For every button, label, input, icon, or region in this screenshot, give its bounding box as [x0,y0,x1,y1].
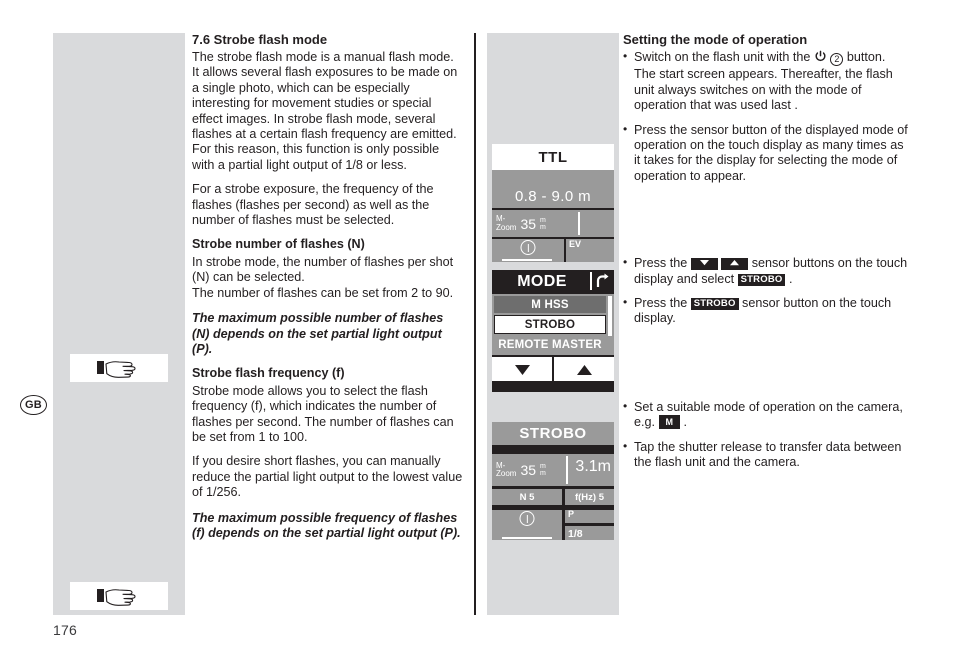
mode-header-separator [590,272,592,290]
mode-option-list: M HSS STROBO REMOTE MASTER [492,294,614,355]
paragraph-1: The strobe flash mode is a manual flash … [192,50,458,172]
lcd-display-mode-menu: MODE M HSS STROBO REMOTE MASTER [492,270,614,392]
strobo-power-label: P [568,509,575,519]
lcd-display-strobo: STROBO M- Zoom 35 m m 3.1m N 5 f(Hz) 5 P… [492,422,614,540]
info-icon [519,511,535,526]
left-gray-panel [53,33,185,615]
strobo-frequency-button[interactable]: f(Hz) 5 [565,489,614,505]
strobo-distance: 3.1m [575,458,611,475]
ttl-zoom-value: 35 [520,215,537,232]
arrow-up-icon [721,258,749,271]
ttl-mode-title[interactable]: TTL [492,144,614,170]
column-divider [474,33,476,615]
subheading-strobe-frequency: Strobe flash frequency (f) [192,366,345,381]
triangle-up-icon [576,364,592,375]
bullet-2-text: Press the sensor button of the displayed… [634,122,908,183]
scroll-down-button[interactable] [492,357,552,381]
right-text-column: Setting the mode of operation Switch on … [623,32,913,480]
bullet-1-subtext: The start screen appears. Thereafter, th… [634,67,893,113]
mode-option-strobo[interactable]: STROBO [494,315,606,334]
strobo-flash-count-button[interactable]: N 5 [492,489,562,505]
ttl-info-button[interactable] [492,239,564,262]
mode-option-remote-master[interactable]: REMOTE MASTER [494,336,606,353]
ttl-zoom-unit: m m [540,216,546,231]
strobo-parameter-row: N 5 f(Hz) 5 [492,489,614,505]
left-edge-notch [0,295,53,585]
mode-scrollbar[interactable] [608,296,612,336]
strobo-bottom-row: P 1/8 [492,509,614,540]
strobo-zoom-value: 35 [520,462,537,478]
mode-nav-row [492,357,614,381]
ttl-zoom-separator [578,212,580,235]
power-icon [814,50,827,67]
paragraph-4: The number of flashes can be set from 2 … [192,285,454,300]
ttl-zoom-label: M- Zoom [496,214,517,232]
list-item-shutter-release: Tap the shutter release to transfer data… [623,439,913,471]
list-item-select-strobo: Press the sensor buttons on the touch di… [623,255,913,287]
note-2: The maximum possible frequency of flashe… [192,510,461,540]
strobo-power-divider [565,523,614,526]
list-item-press-mode-sensor: Press the sensor button of the displayed… [623,122,913,185]
manual-mode-chip: M [658,415,681,430]
ttl-ev-button[interactable]: EV [566,239,614,262]
list-item-camera-mode: Set a suitable mode of operation on the … [623,399,913,431]
pointing-hand-icon [97,589,136,606]
strobo-info-button[interactable] [492,510,562,540]
bullet-6-text: Tap the shutter release to transfer data… [634,439,902,470]
strobo-zoom-label: M- Zoom [496,460,517,478]
note-hand-icon-1 [70,354,168,382]
instruction-list: Switch on the flash unit with the 2 butt… [623,49,913,471]
language-badge: GB [20,395,47,415]
strobo-chip: STROBO [690,298,739,311]
note-1: The maximum possible number of flashes (… [192,311,444,356]
strobo-power-button[interactable]: P 1/8 [565,509,614,540]
bullet-3-text-before: Press the [634,256,688,271]
bullet-5-text-after: . [683,415,688,430]
page-number: 176 [53,622,77,638]
paragraph-6: If you desire short flashes, you can man… [192,454,463,500]
paragraph-5: Strobe mode allows you to select the fla… [192,383,454,444]
section-heading: 7.6 Strobe flash mode [192,32,328,47]
strobo-zoom-unit: m m [540,463,546,477]
left-text-column: 7.6 Strobe flash mode The strobe flash m… [192,32,464,550]
ttl-zoom-row[interactable]: M- Zoom 35 m m [492,210,614,237]
strobo-underline-bar [502,537,552,539]
strobo-zoom-distance-row[interactable]: M- Zoom 35 m m 3.1m [492,454,614,486]
pointing-hand-icon [97,361,136,378]
paragraph-3: In strobe mode, the number of flashes pe… [192,254,454,285]
reference-number-2: 2 [830,53,844,66]
paragraph-2: For a strobe exposure, the frequency of … [192,182,434,228]
mode-header: MODE [492,270,614,294]
strobo-row1-separator [566,456,568,484]
ttl-bottom-row: EV [492,239,614,262]
scroll-up-button[interactable] [554,357,614,381]
note-hand-icon-2 [70,582,168,610]
right-heading: Setting the mode of operation [623,32,808,47]
strobo-chip: STROBO [737,273,786,286]
list-item-switch-on: Switch on the flash unit with the 2 butt… [623,49,913,114]
mode-option-m-hss[interactable]: M HSS [494,296,606,313]
bullet-4-text-before: Press the [634,296,688,311]
strobo-mode-title[interactable]: STROBO [492,422,614,445]
ttl-ev-label: EV [569,239,582,249]
list-item-press-strobo: Press the STROBO sensor button on the to… [623,295,913,327]
manual-page: GB 176 7.6 Strobe flash mode The strobe … [0,0,954,660]
subheading-strobe-number: Strobe number of flashes (N) [192,237,365,252]
arrow-down-icon [690,258,718,271]
ttl-underline-bar [502,259,552,261]
bullet-1-text-after: button. [846,50,886,64]
lcd-display-ttl: TTL 0.8 - 9.0 m M- Zoom 35 m m EV [492,144,614,262]
strobo-power-value: 1/8 [568,528,583,540]
triangle-down-icon [514,364,530,375]
ttl-distance-range: 0.8 - 9.0 m [492,170,614,208]
bullet-3-text-after: . [788,271,793,286]
bullet-1-text-before: Switch on the flash unit with the [634,50,811,64]
back-arrow-icon[interactable] [593,272,612,291]
info-icon [520,240,536,255]
